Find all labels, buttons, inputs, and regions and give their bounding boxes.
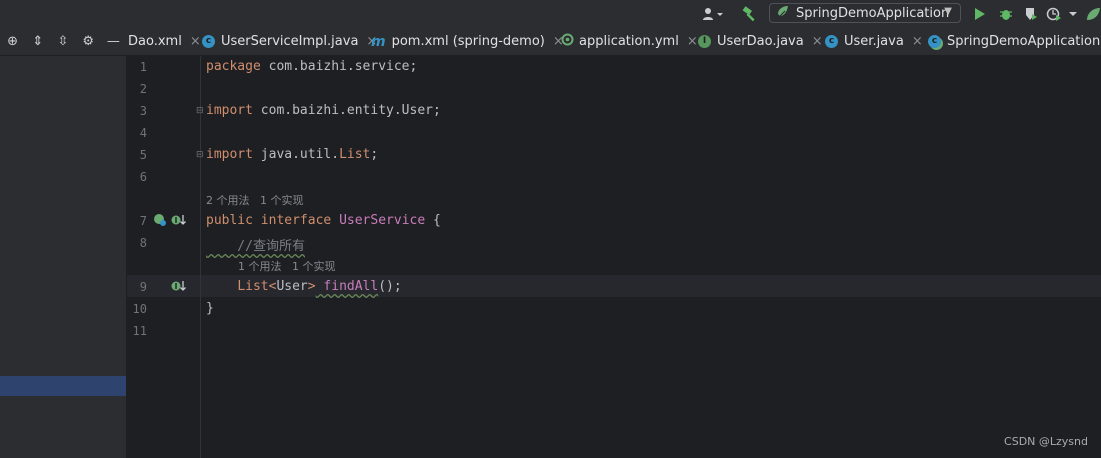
code-line-8: //查询所有 xyxy=(206,239,305,254)
tab-label: SpringDemoApplication.java xyxy=(947,34,1101,49)
type-name: List xyxy=(237,279,269,294)
usages-inlay-hint[interactable]: 1 个用法 1 个实现 xyxy=(238,258,335,274)
tab-label: pom.xml (spring-demo) xyxy=(391,34,545,49)
debug-icon[interactable] xyxy=(996,5,1016,23)
tab-application-yml[interactable]: application.yml × xyxy=(561,28,698,55)
tab-userdao[interactable]: I UserDao.java × xyxy=(698,28,823,55)
more-icon[interactable] xyxy=(1066,5,1080,23)
usages-inlay-hint[interactable]: 2 个用法 1 个实现 xyxy=(206,192,303,208)
code-text: (); xyxy=(378,279,402,294)
gear-icon[interactable]: ⚙ xyxy=(76,34,101,49)
keyword: import xyxy=(206,147,253,162)
code-text: com.baizhi.entity.User; xyxy=(252,103,441,118)
code-line-9: List<User> findAll(); xyxy=(206,279,402,294)
line-number: 4 xyxy=(139,126,147,140)
close-icon[interactable]: × xyxy=(687,34,698,49)
line-number: 11 xyxy=(132,324,147,338)
run-config-label: SpringDemoApplication xyxy=(796,5,950,21)
close-icon[interactable]: × xyxy=(812,34,823,49)
locate-icon[interactable]: ⊕ xyxy=(0,34,25,49)
line-number: 8 xyxy=(139,236,147,250)
spring-config-icon xyxy=(561,33,574,50)
tab-label: Dao.xml xyxy=(128,34,182,49)
method-name: findAll xyxy=(315,279,379,294)
line-number: 7 xyxy=(139,214,147,228)
code-line-10: } xyxy=(206,301,214,316)
code-text: { xyxy=(425,213,441,228)
code-text: ; xyxy=(370,147,379,162)
code-text: com.baizhi.service; xyxy=(260,59,418,74)
keyword: interface xyxy=(252,213,332,228)
collapse-all-icon[interactable]: ⇳ xyxy=(50,34,75,49)
line-number: 3 xyxy=(139,104,147,118)
close-icon[interactable]: × xyxy=(190,34,201,49)
build-hammer-icon[interactable] xyxy=(738,5,760,23)
tab-label: UserServiceImpl.java xyxy=(221,34,359,49)
code-line-1: package com.baizhi.service; xyxy=(206,59,417,74)
interface-name: UserService xyxy=(331,213,426,228)
keyword: public xyxy=(206,213,253,228)
tab-label: UserDao.java xyxy=(717,34,804,49)
code-line-7: public interface UserService { xyxy=(206,213,441,228)
user-icon[interactable] xyxy=(700,5,726,23)
interface-icon: I xyxy=(698,35,711,48)
expand-all-icon[interactable]: ⇕ xyxy=(25,34,50,49)
editor-tab-bar: ⊕ ⇕ ⇳ ⚙ — Dao.xml × c UserServiceImpl.ja… xyxy=(0,28,1101,56)
class-icon: c xyxy=(202,35,215,48)
run-configuration-select[interactable]: SpringDemoApplication ▼ xyxy=(769,3,961,23)
maven-icon: m xyxy=(371,33,386,50)
line-number: 9 xyxy=(139,280,147,294)
chevron-down-icon[interactable]: ▼ xyxy=(944,6,952,17)
tab-user-java[interactable]: c User.java × xyxy=(825,28,923,55)
project-panel xyxy=(0,56,126,458)
type-name: User xyxy=(276,279,308,294)
update-icon[interactable] xyxy=(1085,5,1101,23)
tab-userserviceimpl[interactable]: c UserServiceImpl.java × xyxy=(202,28,377,55)
spring-run-icon xyxy=(776,4,790,22)
code-text: > xyxy=(307,279,316,294)
fold-marker-icon[interactable]: ⊟ xyxy=(196,106,204,116)
gutter-separator xyxy=(200,56,201,458)
tab-pom-xml[interactable]: m pom.xml (spring-demo) × xyxy=(371,28,564,55)
tab-label: application.yml xyxy=(579,34,679,49)
line-number: 10 xyxy=(132,302,147,316)
keyword: package xyxy=(206,59,261,74)
watermark: CSDN @Lzysnd xyxy=(1004,435,1088,448)
coverage-icon[interactable] xyxy=(1021,5,1041,23)
run-icon[interactable] xyxy=(970,5,990,23)
code-text: java.util. xyxy=(252,147,340,162)
fold-marker-icon[interactable]: ⊟ xyxy=(196,150,204,160)
tab-label: User.java xyxy=(844,34,904,49)
tab-dao-xml[interactable]: Dao.xml × xyxy=(128,28,201,55)
selected-tree-item[interactable] xyxy=(0,376,126,396)
spring-boot-icon: c xyxy=(928,35,941,48)
project-toolbar: ⊕ ⇕ ⇳ ⚙ — xyxy=(0,28,126,55)
close-icon[interactable]: × xyxy=(912,34,923,49)
line-number: 2 xyxy=(139,82,147,96)
line-number: 1 xyxy=(139,60,147,74)
profile-icon[interactable] xyxy=(1044,5,1064,23)
tab-springdemoapplication[interactable]: c SpringDemoApplication.java xyxy=(928,28,1101,55)
code-line-3: import com.baizhi.entity.User; xyxy=(206,103,441,118)
line-number: 5 xyxy=(139,148,147,162)
class-ref: List xyxy=(339,147,371,162)
keyword: import xyxy=(206,103,253,118)
implementations-gutter-icon[interactable] xyxy=(171,279,187,296)
spring-bean-gutter-icon[interactable] xyxy=(153,213,167,230)
class-icon: c xyxy=(825,35,838,48)
hide-panel-icon[interactable]: — xyxy=(101,34,126,49)
code-editor[interactable]: 1 2 3 4 5 6 7 8 9 10 11 ⊟ ⊟ package com.… xyxy=(127,56,1101,458)
line-number: 6 xyxy=(139,170,147,184)
main-toolbar: SpringDemoApplication ▼ xyxy=(0,0,1101,28)
implementations-gutter-icon[interactable] xyxy=(171,213,187,230)
code-line-5: import java.util.List; xyxy=(206,147,378,162)
